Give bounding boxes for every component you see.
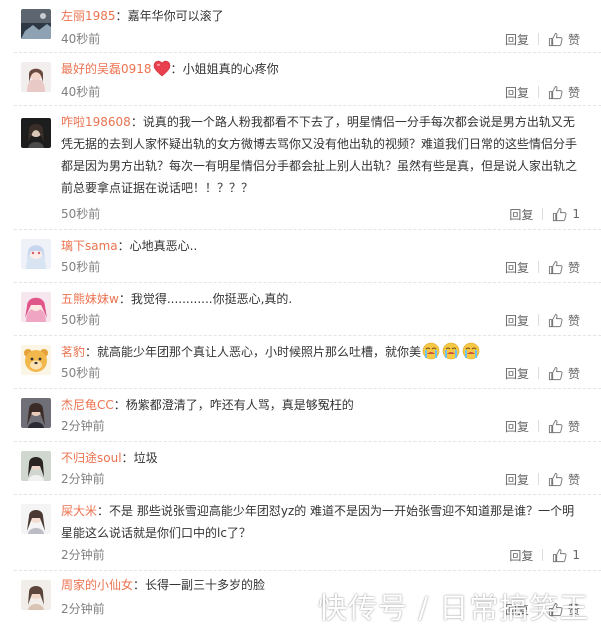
reply-button[interactable]: 回复 [505,259,529,276]
thumbs-up-icon [548,472,563,486]
reply-button[interactable]: 回复 [509,547,533,564]
avatar[interactable] [21,451,51,481]
avatar[interactable] [21,62,51,92]
username-link[interactable]: 茗豹 [61,345,85,359]
like-label: 赞 [567,85,580,100]
like-button[interactable]: 赞 [548,31,580,48]
timestamp: 2分钟前 [61,548,105,562]
username-link[interactable]: 五熊妹妹w [61,292,119,306]
avatar[interactable] [21,504,51,534]
like-button[interactable]: 1 [552,207,580,222]
timestamp: 40秒前 [61,85,101,99]
timestamp: 50秒前 [61,260,101,274]
username-link[interactable]: 不归途soul [61,451,122,465]
reply-button[interactable]: 回复 [505,31,529,48]
comment-text: 嘉年华你可以滚了 [127,9,224,23]
divider [537,33,539,45]
username-link[interactable]: 杰尼龟CC [61,398,114,412]
username-link[interactable]: 左丽1985 [61,9,116,23]
comment-text: 就高能少年团那个真让人恶心，小时候照片那么吐槽，就你美 [97,345,422,359]
timestamp: 2分钟前 [61,472,105,486]
avatar[interactable] [21,345,51,375]
comment-item: 璃下sama：心地真恶心.. 50秒前 回复 赞 [0,230,601,283]
divider [537,314,539,326]
comment-item: 不归途soul：垃圾 2分钟前 回复 赞 [0,442,601,495]
like-button[interactable]: 赞 [548,312,580,329]
divider [537,420,539,432]
avatar[interactable] [21,239,51,269]
comment-item: 茗豹：就高能少年团那个真让人恶心，小时候照片那么吐槽，就你美 50秒前 回复 赞 [0,336,601,389]
timestamp: 2分钟前 [61,419,105,433]
like-label: 赞 [567,32,580,47]
comment-text: 杨紫都澄清了，咋还有人骂，真是够冤枉的 [125,398,354,412]
timestamp: 2分钟前 [61,602,105,616]
heart-emoji [153,60,171,84]
avatar[interactable] [21,9,51,39]
reply-button[interactable]: 回复 [505,471,529,488]
watermark: 快传号 / 日常搞笑王 [318,591,590,625]
divider [537,86,539,98]
comment-item: 屎大米：不是 那些说张雪迎高能少年团怼yz的 难道不是因为一开始张雪迎不知道那是… [0,495,601,571]
thumbs-up-icon [548,313,563,327]
comment-text: 不是 那些说张雪迎高能少年团怼yz的 难道不是因为一开始张雪迎不知道那是谁？一个… [61,504,575,540]
crying-emoji [422,342,480,367]
timestamp: 50秒前 [61,207,101,221]
username-link[interactable]: 周家的小仙女 [61,578,133,592]
like-button[interactable]: 1 [552,548,580,563]
username-link[interactable]: 璃下sama [61,239,118,253]
reply-button[interactable]: 回复 [505,84,529,101]
like-count: 1 [572,207,580,221]
like-label: 赞 [567,366,580,381]
reply-button[interactable]: 回复 [509,206,533,223]
timestamp: 50秒前 [61,313,101,327]
thumbs-up-icon [548,260,563,274]
divider [537,367,539,379]
thumbs-up-icon [548,32,563,46]
thumbs-up-icon [548,366,563,380]
like-label: 赞 [567,313,580,328]
reply-button[interactable]: 回复 [505,365,529,382]
comment-text: 长得一副三十多岁的脸 [145,578,266,592]
reply-button[interactable]: 回复 [505,418,529,435]
avatar[interactable] [21,580,51,610]
comment-text: 垃圾 [133,451,158,465]
comment-item: 最好的吴磊0918 ：小姐姐真的心疼你 40秒前 回复 赞 [0,53,601,106]
avatar[interactable] [21,118,51,148]
like-button[interactable]: 赞 [548,84,580,101]
like-button[interactable]: 赞 [548,365,580,382]
thumbs-up-icon [553,548,567,562]
like-button[interactable]: 赞 [548,418,580,435]
timestamp: 50秒前 [61,366,101,380]
username-link[interactable]: 最好的吴磊0918 [61,62,152,76]
like-button[interactable]: 赞 [548,471,580,488]
comment-text: 心地真恶心.. [129,239,198,253]
reply-button[interactable]: 回复 [505,312,529,329]
thumbs-up-icon [548,419,563,433]
comment-item: 杰尼龟CC：杨紫都澄清了，咋还有人骂，真是够冤枉的 2分钟前 回复 赞 [0,389,601,442]
comment-item: 左丽1985：嘉年华你可以滚了 40秒前 回复 赞 [0,0,601,53]
like-count: 1 [572,548,580,562]
avatar[interactable] [21,398,51,428]
comment-text: 我觉得............你挺恶心,真的. [130,292,293,306]
comment-text: 小姐姐真的心疼你 [182,62,279,76]
divider [542,549,544,561]
comment-item: 咋啦198608：说真的我一个路人粉我都看不下去了，明星情侣一分手每次都会说是男… [0,106,601,230]
comment-item: 五熊妹妹w：我觉得............你挺恶心,真的. 50秒前 回复 赞 [0,283,601,336]
username-link[interactable]: 咋啦198608 [61,115,131,129]
divider [542,208,544,220]
like-label: 赞 [567,260,580,275]
like-button[interactable]: 赞 [548,259,580,276]
like-label: 赞 [567,419,580,434]
divider [537,261,539,273]
thumbs-up-icon [553,207,567,221]
username-link[interactable]: 屎大米 [61,504,97,518]
like-label: 赞 [567,472,580,487]
divider [537,473,539,485]
thumbs-up-icon [548,85,563,99]
avatar[interactable] [21,292,51,322]
timestamp: 40秒前 [61,32,101,46]
